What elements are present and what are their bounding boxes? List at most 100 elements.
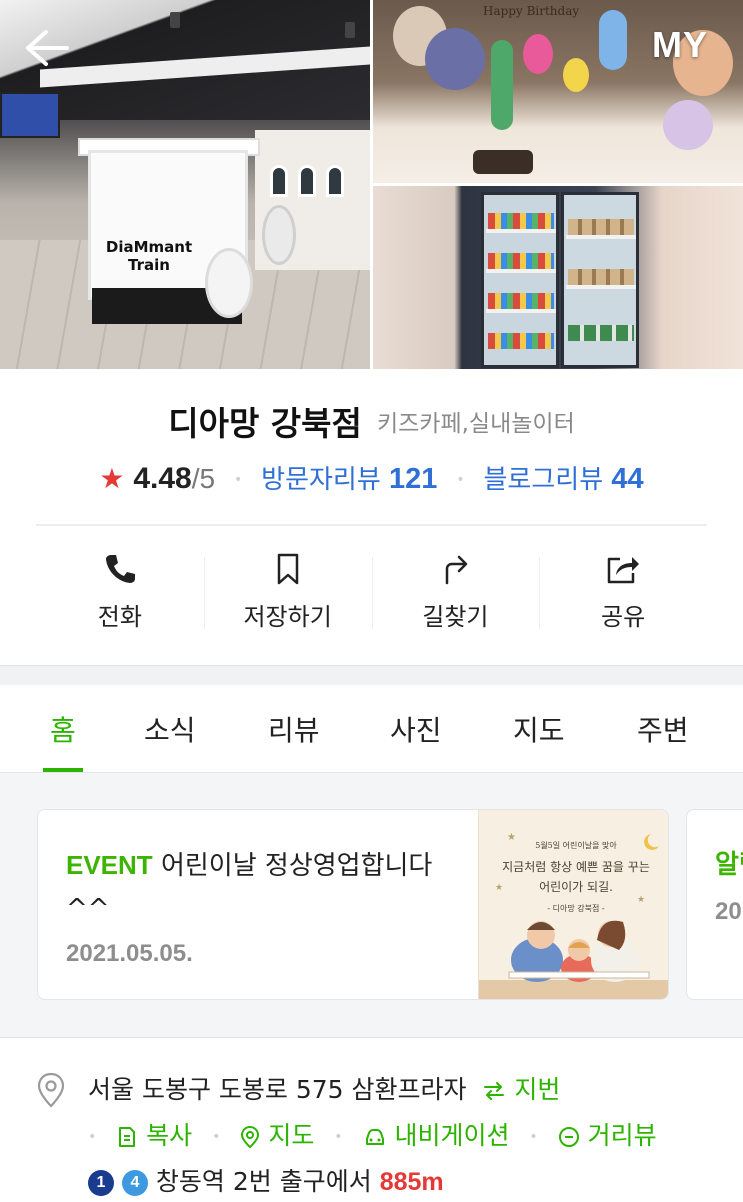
event-tag: EVENT [66,850,153,880]
tab-active-indicator [43,768,83,772]
tab-home[interactable]: 홈 [50,709,76,749]
photo-train-wheel [262,205,296,265]
photo-cake [473,150,533,174]
photo-shelf [486,229,556,233]
blog-review-count: 44 [611,463,644,495]
share-icon [607,557,640,584]
photo-train-sign: DiaMmant Train [105,238,193,274]
separator-dot: • [234,472,243,488]
thumbnail-caption: 5월5일 어린이날을 맞아 지금처럼 항상 예쁜 꿈을 꾸는 어린이가 되길. … [501,840,651,914]
visitor-review-count: 121 [389,463,438,495]
photo-lamp [345,22,355,38]
separator-dot: • [88,1129,97,1145]
photo-shelf [486,269,556,273]
arrow-left-icon [26,30,69,66]
photo-goods [568,325,634,341]
tab-reviews[interactable]: 리뷰 [268,709,320,749]
place-info: 디아망 강북점 키즈카페,실내놀이터 ★ 4.48/5 • 방문자리뷰 121 … [0,369,743,665]
streetview-icon [558,1127,579,1147]
photo-goods [488,293,554,309]
photo-balloon [563,58,589,92]
lot-address-label: 지번 [514,1075,561,1104]
swap-icon [484,1082,505,1100]
section-gap [0,665,743,685]
photo-shelf [566,235,636,239]
call-button[interactable]: 전화 [36,551,204,641]
exit-text: 2번 출구에서 [232,1167,372,1196]
visitor-review-link[interactable]: 방문자리뷰 121 [261,463,438,495]
photo-fridge-door [561,192,639,368]
lot-address-toggle[interactable]: 지번 [474,1075,560,1104]
back-button[interactable] [24,28,70,68]
photo-goods [488,213,554,229]
title-row: 디아망 강북점 키즈카페,실내놀이터 [0,397,743,445]
photo-goods [568,269,634,285]
photo-fridge-door [481,192,559,368]
photo-goods [488,333,554,349]
visitor-review-label: 방문자리뷰 [261,465,381,495]
photo-window [326,165,344,197]
navigation-button[interactable]: 내비게이션 [363,1121,518,1150]
tab-nearby[interactable]: 주변 [637,709,689,749]
photo-shelf [486,309,556,313]
subway-line-4-badge: 4 [121,1170,148,1196]
my-button[interactable]: MY [652,24,722,72]
rating-max: /5 [191,463,216,494]
directions-icon [446,555,468,585]
navigation-label: 내비게이션 [394,1121,510,1150]
save-button[interactable]: 저장하기 [203,551,372,641]
rating-value: 4.48 [133,462,192,495]
news-date: 20 [715,898,742,925]
news-thumbnail: ★ ★ ★ 5월5일 어린이날을 맞아 지금처럼 항상 예쁜 꿈을 꾸는 어린이… [478,810,668,999]
photo-window [298,165,316,197]
photo-flowers [663,100,713,150]
subway-info: 1 4 창동역 2번 출구에서 885m [88,1162,444,1198]
news-card[interactable]: EVENT 어린이날 정상영업합니다^^ 2021.05.05. ★ ★ ★ 5… [37,809,669,1000]
tab-news[interactable]: 소식 [144,709,196,749]
map-button[interactable]: 지도 [240,1121,322,1150]
gallery-photo-fridge[interactable] [373,186,743,369]
share-button[interactable]: 공유 [539,551,707,641]
photo-train-wheel [205,248,253,318]
copy-address-button[interactable]: 복사 [116,1121,200,1150]
streetview-button[interactable]: 거리뷰 [558,1121,657,1150]
thumbnail-signature: - 디아망 강북점 - [547,904,605,913]
news-date: 2021.05.05. [66,940,193,967]
address-text: 서울 도봉구 도봉로 575 삼환프라자 [88,1075,467,1104]
separator-dot: • [334,1129,343,1145]
news-card[interactable]: 알림 20 [686,809,743,1000]
photo-balloon [599,10,627,70]
save-label: 저장하기 [243,603,332,631]
tab-bar: 홈 소식 리뷰 사진 지도 주변 [0,685,743,773]
news-tag: 알림 [715,850,743,880]
photo-tv [0,92,60,138]
map-pin-icon [241,1125,260,1149]
share-label: 공유 [601,603,646,631]
address-line: 서울 도봉구 도봉로 575 삼환프라자 지번 [88,1070,560,1106]
photo-balloon [523,34,553,74]
separator-dot: • [212,1129,221,1145]
tab-map[interactable]: 지도 [513,709,565,749]
photo-lamp [170,12,180,28]
divider [36,524,707,526]
photo-gallery[interactable]: DiaMmant Train Happy Birthday MY [0,0,743,369]
car-icon [365,1129,384,1145]
photo-goods [568,219,634,235]
action-bar: 전화 저장하기 길찾기 공유 [36,551,707,641]
place-name: 디아망 강북점 [168,404,362,443]
stats-row: ★ 4.48/5 • 방문자리뷰 121 • 블로그리뷰 44 [0,459,743,496]
photo-window [270,165,288,197]
phone-icon [105,555,135,583]
blog-review-link[interactable]: 블로그리뷰 44 [484,463,644,495]
station-distance: 885m [379,1168,444,1196]
bookmark-icon [277,553,298,585]
map-label: 지도 [268,1121,315,1150]
thumbnail-big-text: 지금처럼 항상 예쁜 꿈을 꾸는 어린이가 되길. [502,860,650,894]
directions-button[interactable]: 길찾기 [371,551,540,641]
address-section: 서울 도봉구 도봉로 575 삼환프라자 지번 • 복사 • 지도 • 내비게이… [0,1037,743,1202]
place-category: 키즈카페,실내놀이터 [376,411,575,437]
copy-icon [119,1127,136,1147]
photo-balloon [425,28,485,90]
tab-photos[interactable]: 사진 [390,709,442,749]
photo-goods [488,253,554,269]
